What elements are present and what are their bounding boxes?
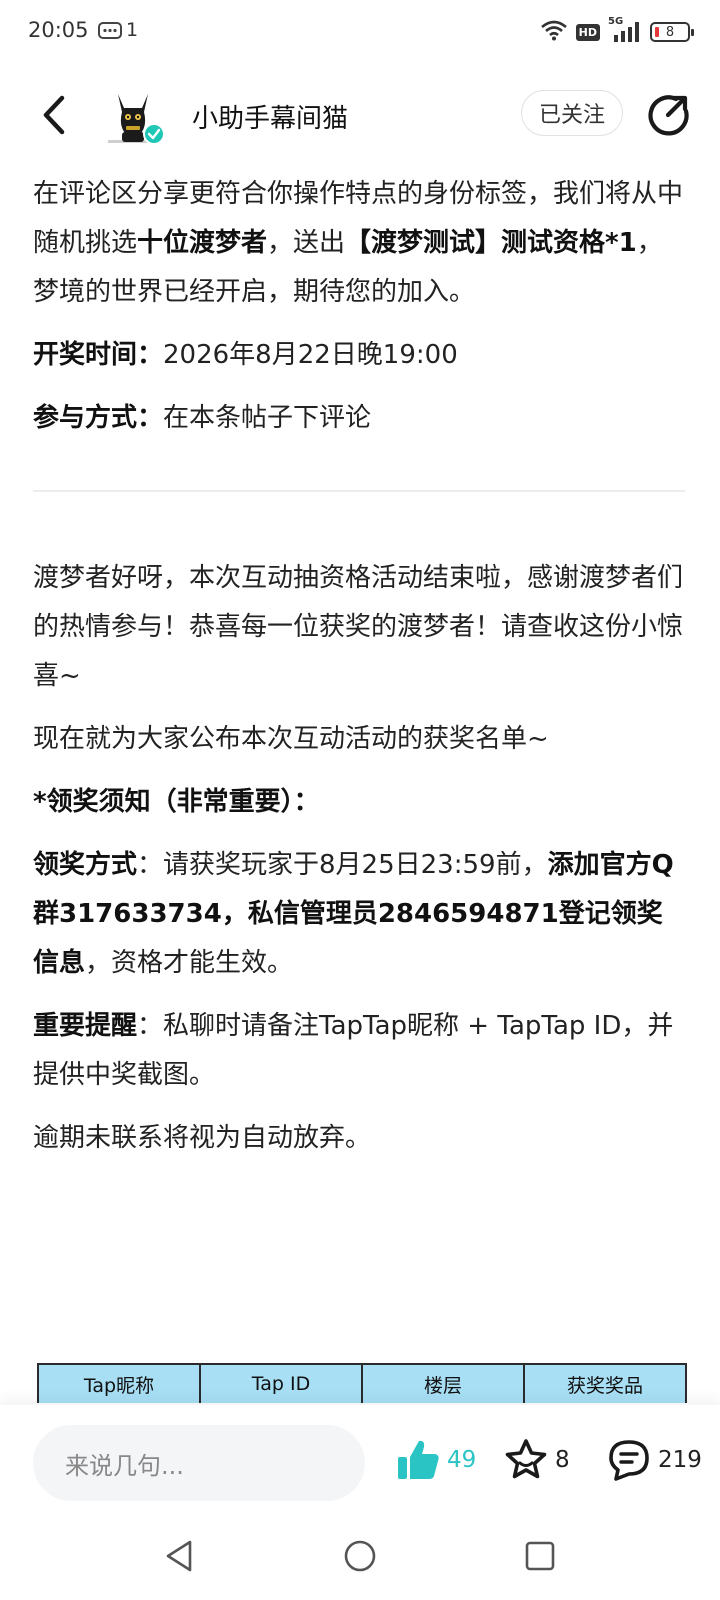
nav-recents-button[interactable] — [522, 1538, 558, 1574]
expiry-paragraph: 逾期未联系将视为自动放弃。 — [33, 1123, 372, 1153]
back-button[interactable] — [36, 92, 76, 138]
table-header-cell: Tap ID — [201, 1365, 363, 1403]
status-time: 20:05 — [28, 18, 89, 42]
section-divider — [33, 490, 685, 492]
like-count: 49 — [447, 1447, 477, 1473]
share-button[interactable] — [646, 93, 690, 137]
wifi-icon — [540, 19, 568, 45]
share-icon — [648, 95, 689, 136]
like-button[interactable]: 49 — [395, 1432, 476, 1488]
post-body: 在评论区分享更符合你操作特点的身份标签，我们将从中随机挑选十位渡梦者，送出【渡梦… — [33, 170, 688, 1177]
bottom-action-bar: 来说几句... 49 8 219 — [0, 1405, 720, 1510]
claim-method-paragraph: 领奖方式：请获奖玩家于8月25日23:59前，添加官方Q群317633734，私… — [33, 850, 674, 978]
nav-home-button[interactable] — [342, 1538, 378, 1574]
star-icon — [505, 1439, 547, 1479]
battery-level: 8 — [665, 24, 675, 40]
author-name[interactable]: 小助手幕间猫 — [192, 98, 348, 135]
draw-time-paragraph: 开奖时间：2026年8月22日晚19:00 — [33, 340, 458, 370]
comment-button[interactable]: 219 — [606, 1432, 702, 1488]
message-count: 1 — [126, 19, 139, 41]
important-reminder-paragraph: 重要提醒：私聊时请备注TapTap昵称 + TapTap ID，并提供中奖截图。 — [33, 1011, 674, 1090]
result-intro-paragraph: 渡梦者好呀，本次互动抽资格活动结束啦，感谢渡梦者们的热情参与！恭喜每一位获奖的渡… — [33, 563, 684, 691]
table-header-cell: 获奖奖品 — [566, 1374, 643, 1397]
post-header: 小助手幕间猫 已关注 — [0, 80, 720, 150]
circle-home-icon — [344, 1540, 376, 1572]
cellular-signal-icon: 5G — [608, 16, 642, 44]
square-recents-icon — [525, 1541, 555, 1571]
status-bar: 20:05 1 HD 5G 8 — [0, 0, 720, 64]
nav-back-button[interactable] — [162, 1538, 198, 1574]
favorite-count: 8 — [555, 1447, 570, 1473]
prize-name: 【渡梦测试】测试资格*1 — [345, 228, 637, 258]
intro-paragraph: 在评论区分享更符合你操作特点的身份标签，我们将从中随机挑选十位渡梦者，送出【渡梦… — [33, 179, 684, 307]
battery-icon: 8 — [650, 22, 694, 42]
comment-input[interactable]: 来说几句... — [33, 1425, 365, 1501]
system-navigation-bar — [0, 1510, 720, 1600]
thumbs-up-icon — [398, 1440, 439, 1479]
comment-count: 219 — [658, 1447, 702, 1473]
status-indicators: HD 5G 8 — [540, 16, 694, 46]
winner-list-paragraph: 现在就为大家公布本次互动活动的获奖名单~ — [33, 724, 549, 754]
comment-bubble-icon — [609, 1440, 649, 1481]
follow-button[interactable]: 已关注 — [521, 90, 623, 136]
hd-badge: HD — [575, 23, 600, 41]
participation-paragraph: 参与方式：在本条帖子下评论 — [33, 403, 372, 433]
table-header-cell: 楼层 — [363, 1365, 525, 1403]
triangle-back-icon — [166, 1540, 192, 1572]
winner-count: 十位渡梦者 — [137, 228, 268, 258]
chevron-left-icon — [43, 95, 65, 135]
winner-table-image[interactable]: Tap昵称 Tap ID 楼层 获奖奖品 — [37, 1363, 687, 1403]
claim-notice-heading: *领奖须知（非常重要）： — [33, 787, 320, 817]
author-avatar[interactable] — [104, 88, 166, 148]
verified-badge-icon — [143, 123, 165, 145]
favorite-button[interactable]: 8 — [503, 1432, 570, 1488]
message-notification-icon — [98, 22, 122, 46]
winner-table-header: Tap昵称 Tap ID 楼层 获奖奖品 — [37, 1363, 687, 1403]
table-header-cell: Tap昵称 — [39, 1365, 201, 1403]
